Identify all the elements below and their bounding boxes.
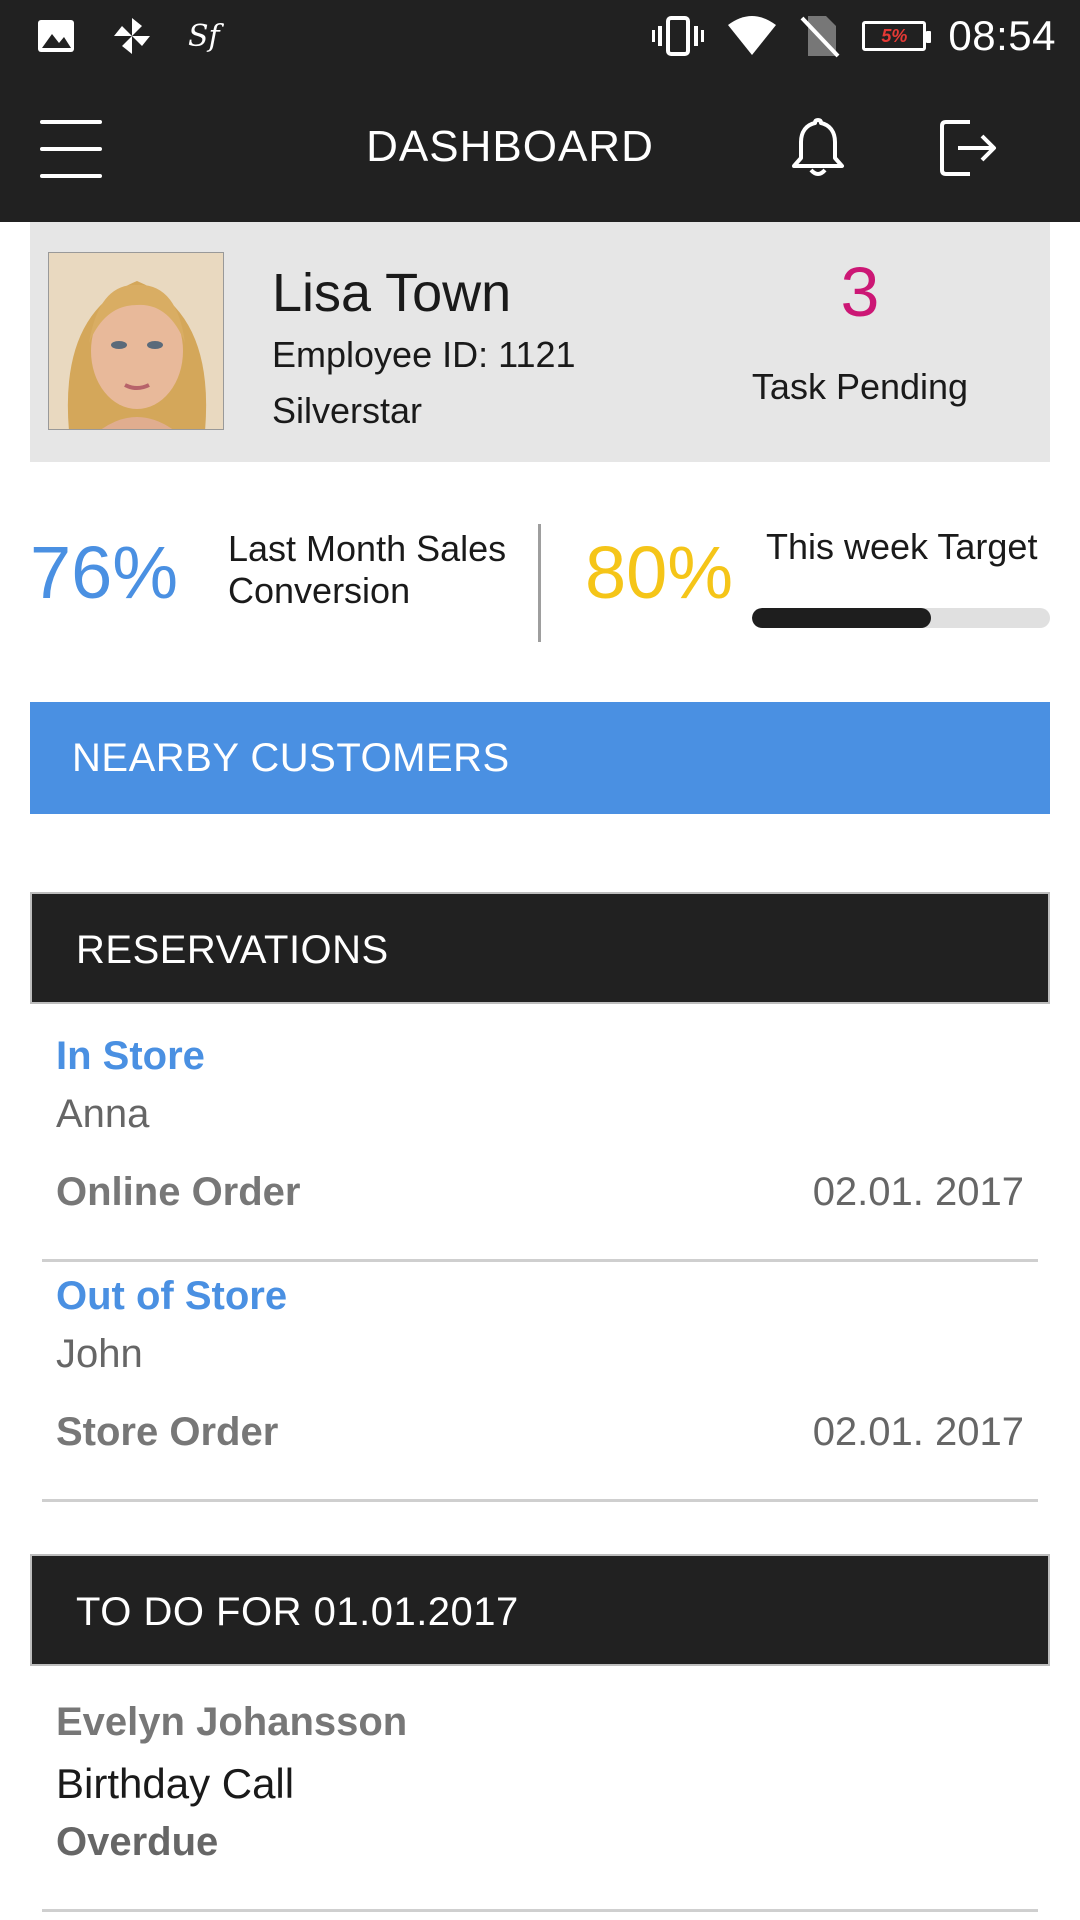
wifi-icon bbox=[726, 15, 778, 57]
todo-status: Overdue bbox=[56, 1820, 219, 1864]
todo-item[interactable]: Evelyn Johansson Birthday Call Overdue bbox=[30, 1680, 1050, 1912]
avatar bbox=[48, 252, 224, 430]
sales-conversion-label: Last Month Sales Conversion bbox=[228, 528, 528, 612]
todo-title: TO DO FOR 01.01.2017 bbox=[76, 1590, 519, 1634]
battery-level: 5% bbox=[881, 25, 908, 46]
no-sim-icon bbox=[800, 14, 840, 58]
nearby-customers-button[interactable]: NEARBY CUSTOMERS bbox=[30, 702, 1050, 814]
employee-name: Lisa Town bbox=[272, 263, 512, 323]
reservation-item[interactable]: Out of Store John Store Order 02.01. 201… bbox=[30, 1262, 1050, 1502]
weekly-target-percent: 80% bbox=[585, 531, 734, 614]
bell-icon[interactable] bbox=[790, 116, 846, 180]
reservation-order-type: Store Order bbox=[56, 1410, 279, 1454]
pinwheel-icon bbox=[110, 14, 154, 58]
clock: 08:54 bbox=[948, 12, 1056, 59]
pending-task-label: Task Pending bbox=[751, 366, 969, 407]
weekly-target-progress-bar bbox=[752, 608, 1050, 628]
stats-divider bbox=[538, 524, 541, 642]
battery-icon: 5% bbox=[862, 21, 932, 51]
reservations-header: RESERVATIONS bbox=[30, 892, 1050, 1004]
sales-conversion-label-line2: Conversion bbox=[228, 570, 411, 611]
reservation-customer: John bbox=[56, 1332, 143, 1376]
reservation-date: 02.01. 2017 bbox=[812, 1170, 1024, 1214]
reservation-type: Out of Store bbox=[56, 1274, 288, 1318]
reservation-type: In Store bbox=[56, 1034, 205, 1078]
sf-icon: Sf bbox=[188, 18, 220, 54]
employee-company: Silverstar bbox=[272, 390, 423, 431]
weekly-target-progress-fill bbox=[752, 608, 931, 628]
todo-header: TO DO FOR 01.01.2017 bbox=[30, 1554, 1050, 1666]
divider bbox=[42, 1909, 1038, 1912]
divider bbox=[42, 1499, 1038, 1502]
reservation-item[interactable]: In Store Anna Online Order 02.01. 2017 bbox=[30, 1022, 1050, 1262]
profile-card: Lisa Town Employee ID: 1121 Silverstar 3… bbox=[30, 222, 1050, 462]
image-icon bbox=[36, 18, 76, 54]
reservation-date: 02.01. 2017 bbox=[812, 1410, 1024, 1454]
reservations-title: RESERVATIONS bbox=[76, 928, 389, 972]
weekly-target-label: This week Target bbox=[766, 526, 1038, 567]
pending-task-count[interactable]: 3 bbox=[670, 252, 1050, 332]
sales-conversion-label-line1: Last Month Sales bbox=[228, 528, 507, 569]
todo-task: Birthday Call bbox=[56, 1760, 295, 1807]
todo-contact-name: Evelyn Johansson bbox=[56, 1700, 408, 1744]
reservation-order-type: Online Order bbox=[56, 1170, 301, 1214]
sales-conversion-percent: 76% bbox=[30, 531, 179, 614]
app-header: DASHBOARD bbox=[0, 72, 1080, 222]
vibrate-icon bbox=[652, 14, 705, 58]
reservation-customer: Anna bbox=[56, 1092, 150, 1136]
status-bar: Sf 5% 08:54 bbox=[0, 0, 1080, 72]
logout-icon[interactable] bbox=[936, 116, 1000, 180]
status-bar-left-icons: Sf bbox=[36, 14, 220, 58]
page-title: DASHBOARD bbox=[366, 122, 654, 171]
status-bar-right-icons: 5% 08:54 bbox=[652, 0, 1056, 72]
employee-id: Employee ID: 1121 bbox=[272, 334, 576, 375]
nearby-customers-label: NEARBY CUSTOMERS bbox=[72, 736, 510, 780]
